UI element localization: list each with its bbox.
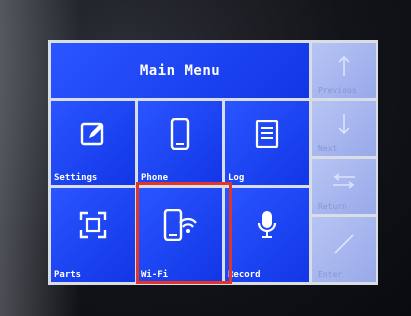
previous-label: Previous <box>318 86 357 95</box>
parts-label: Parts <box>54 270 82 280</box>
previous-button[interactable]: Previous <box>312 43 376 98</box>
enter-label: Enter <box>318 270 343 279</box>
microphone-icon <box>257 210 277 244</box>
return-label: Return <box>318 202 347 211</box>
log-tile[interactable]: Log <box>225 101 309 185</box>
selection-highlight <box>136 182 232 284</box>
settings-label: Settings <box>54 173 98 183</box>
next-button[interactable]: Next <box>312 101 376 156</box>
enter-icon <box>332 232 356 260</box>
settings-tile[interactable]: Settings <box>51 101 135 185</box>
arrow-up-icon <box>337 55 351 81</box>
arrow-down-icon <box>337 113 351 139</box>
log-icon <box>255 120 279 152</box>
parts-icon <box>79 211 107 243</box>
next-label: Next <box>318 144 338 153</box>
phone-tile[interactable]: Phone <box>138 101 222 185</box>
record-label: Record <box>228 270 261 280</box>
phone-icon <box>170 118 190 154</box>
return-icon <box>331 173 357 195</box>
main-menu-title-bar: Main Menu <box>51 43 309 98</box>
enter-button[interactable]: Enter <box>312 217 376 282</box>
return-button[interactable]: Return <box>312 159 376 214</box>
page-title: Main Menu <box>139 62 221 79</box>
edit-icon <box>80 121 106 151</box>
record-tile[interactable]: Record <box>225 188 309 282</box>
parts-tile[interactable]: Parts <box>51 188 135 282</box>
